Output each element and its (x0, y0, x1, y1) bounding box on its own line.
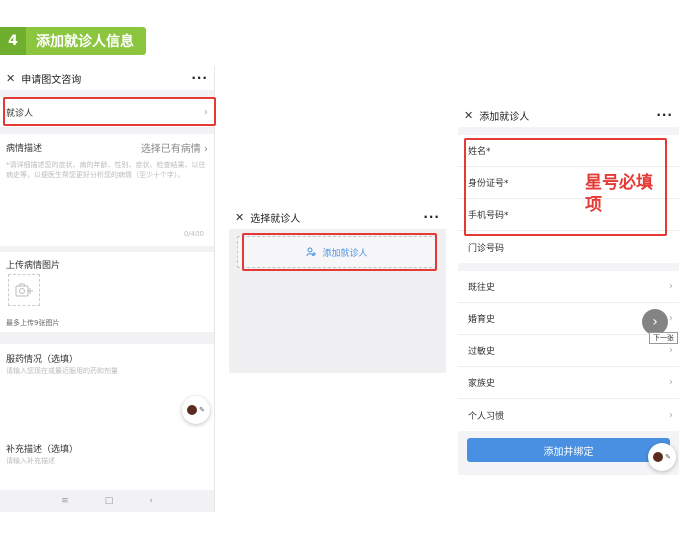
med-label: 服药情况（选填） (6, 355, 79, 365)
screen-apply-consult: ✕ 申请图文咨询 ··· 就诊人 › 病情描述 选择已有病情 › *请详细描述您… (0, 66, 215, 512)
history-allergy-row[interactable]: 过敏史 › (458, 335, 679, 367)
med-input[interactable]: 请输入您现在或最近服用的药和剂量 (0, 366, 214, 436)
submit-bind-label: 添加并绑定 (543, 446, 594, 458)
history-habits-label: 个人习惯 (468, 411, 505, 422)
extra-input[interactable]: 请输入补充描述 (0, 456, 214, 484)
screen-select-patient: ✕ 选择就诊人 ··· 添加就诊人 (229, 205, 446, 373)
system-nav-bar: ≡ □ ‹ (0, 490, 214, 512)
history-allergy-label: 过敏史 (468, 347, 496, 357)
screen3-titlebar: ✕ 添加就诊人 ··· (458, 103, 679, 127)
desc-counter: 0/400 (183, 230, 204, 238)
chevron-right-icon: › (669, 313, 673, 324)
camera-plus-icon (15, 283, 33, 297)
extra-placeholder: 请输入补充描述 (6, 457, 55, 465)
history-habits-row[interactable]: 个人习惯 › (458, 399, 679, 431)
chevron-right-icon: › (669, 409, 673, 421)
more-icon[interactable]: ··· (423, 210, 440, 224)
annotation-line-2: 项 (585, 195, 602, 215)
screen3-title: 添加就诊人 (479, 111, 530, 123)
next-image-tooltip: 下一张 (649, 332, 678, 344)
desc-textarea[interactable]: *请详细描述您的症状、病的年龄、性别、症状、检查结果、以往病史等，以便医生帮您更… (0, 160, 214, 230)
next-image-tooltip-label: 下一张 (653, 334, 674, 342)
extra-label: 补充描述（选填） (6, 445, 79, 455)
chevron-right-icon: › (669, 377, 673, 388)
divider (0, 332, 214, 344)
desc-placeholder: *请详细描述您的症状、病的年龄、性别、症状、检查结果、以往病史等，以便医生帮您更… (6, 161, 206, 179)
select-existing-button[interactable]: 选择已有病情 › (141, 140, 214, 155)
menu-icon[interactable]: ≡ (61, 496, 69, 506)
more-icon[interactable]: ··· (191, 71, 208, 85)
pencil-icon: ✎ (665, 453, 671, 461)
floating-edit-button[interactable]: ✎ (182, 396, 210, 424)
screen1-titlebar: ✕ 申请图文咨询 ··· (0, 66, 214, 90)
chevron-right-icon: › (669, 345, 673, 356)
highlight-patient-row (3, 97, 216, 126)
required-fields-annotation: 星号必填 项 (585, 172, 653, 216)
chevron-right-icon: › (669, 281, 673, 292)
highlight-add-patient (242, 233, 437, 271)
screen1-title: 申请图文咨询 (21, 74, 82, 86)
more-icon[interactable]: ··· (656, 108, 673, 122)
upload-photo-button[interactable] (8, 274, 40, 306)
submit-bind-button[interactable]: 添加并绑定 (467, 438, 670, 462)
desc-header-row: 病情描述 选择已有病情 › (0, 134, 214, 160)
close-icon[interactable]: ✕ (6, 72, 15, 85)
history-family-label: 家族史 (468, 379, 496, 389)
close-icon[interactable]: ✕ (464, 109, 473, 122)
close-icon[interactable]: ✕ (235, 211, 244, 224)
avatar (653, 452, 664, 462)
step-title: 添加就诊人信息 (26, 27, 146, 55)
step-header: 4 添加就诊人信息 (0, 27, 146, 55)
desc-label: 病情描述 (6, 143, 43, 154)
back-icon[interactable]: ‹ (149, 496, 153, 506)
clinic-number-field-label: 门诊号码 (468, 243, 505, 254)
avatar (187, 405, 198, 415)
history-list: 既往史 › 婚育史 › 过敏史 › 家族史 › 个人习惯 › (458, 271, 679, 431)
history-past-row[interactable]: 既往史 › (458, 271, 679, 303)
upload-hint: 最多上传9张图片 (6, 319, 60, 327)
annotation-line-1: 星号必填 (585, 173, 653, 193)
step-number: 4 (0, 27, 26, 55)
desc-action-label: 选择已有病情 (140, 143, 201, 155)
history-past-label: 既往史 (468, 283, 496, 293)
screen2-titlebar: ✕ 选择就诊人 ··· (229, 205, 446, 229)
home-icon[interactable]: □ (105, 496, 114, 506)
upload-label: 上传病情图片 (6, 261, 61, 271)
pencil-icon: ✎ (199, 406, 205, 414)
history-family-row[interactable]: 家族史 › (458, 367, 679, 399)
floating-edit-button[interactable]: ✎ (648, 443, 676, 471)
screen2-title: 选择就诊人 (250, 213, 301, 225)
med-placeholder: 请输入您现在或最近服用的药和剂量 (6, 367, 118, 375)
history-marital-label: 婚育史 (468, 315, 496, 325)
